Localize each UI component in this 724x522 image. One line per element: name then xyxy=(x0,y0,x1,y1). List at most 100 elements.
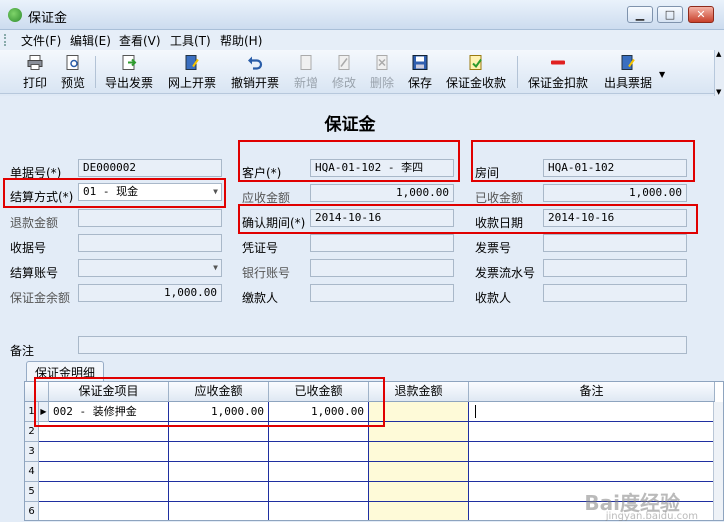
settle-account-label: 结算账号 xyxy=(10,266,59,280)
cell-receivable[interactable] xyxy=(169,482,269,502)
bank-account-field[interactable] xyxy=(310,259,454,277)
refund-amount-field[interactable] xyxy=(78,209,222,227)
deposit-deduct-button[interactable]: 保证金扣款 xyxy=(523,52,593,92)
edit-icon xyxy=(338,55,350,70)
delete-icon xyxy=(376,55,388,70)
toolbar-separator xyxy=(95,56,96,88)
cell-refund[interactable] xyxy=(369,482,469,502)
delete-button[interactable]: 删除 xyxy=(366,52,398,92)
row-number: 6 xyxy=(25,502,39,520)
menu-view[interactable]: 查看(V) xyxy=(119,32,161,49)
new-icon xyxy=(300,55,312,70)
bank-account-label: 银行账号 xyxy=(242,266,291,280)
toolbar-separator xyxy=(517,56,518,88)
deposit-balance-label: 保证金余额 xyxy=(10,291,71,305)
deduct-icon xyxy=(551,60,565,65)
highlight-box xyxy=(34,377,385,427)
cell-receivable[interactable] xyxy=(169,462,269,482)
scroll-down-icon[interactable]: ▼ xyxy=(716,88,721,96)
window-title: 保证金 xyxy=(28,11,68,26)
collector-field[interactable] xyxy=(543,284,687,302)
save-button[interactable]: 保存 xyxy=(404,52,436,92)
preview-button[interactable]: 预览 xyxy=(56,52,90,92)
scroll-up-icon[interactable]: ▲ xyxy=(716,50,721,58)
menu-edit[interactable]: 编辑(E) xyxy=(70,32,111,49)
title-bar: 保证金 ▁ □ ✕ xyxy=(0,0,724,30)
undo-icon xyxy=(248,56,263,70)
receivable-field[interactable]: 1,000.00 xyxy=(310,184,454,202)
menu-grip-icon xyxy=(4,34,7,46)
invoice-serial-field[interactable] xyxy=(543,259,687,277)
invoice-no-field[interactable] xyxy=(543,234,687,252)
receipt-icon xyxy=(621,55,635,70)
dropdown-arrow-icon[interactable]: ▼ xyxy=(659,70,665,79)
cell-remark[interactable] xyxy=(469,402,715,422)
online-invoice-button[interactable]: 网上开票 xyxy=(163,52,221,92)
payer-field[interactable] xyxy=(310,284,454,302)
receipt-no-field[interactable] xyxy=(78,234,222,252)
preview-icon xyxy=(66,55,79,70)
toolbar: 打印 预览 导出发票 网上开票 撤销开票 新增 修改 删除 保存 保证金收款 保… xyxy=(0,50,724,94)
cell-refund[interactable] xyxy=(369,442,469,462)
cell-remark[interactable] xyxy=(469,462,715,482)
deposit-balance-field[interactable]: 1,000.00 xyxy=(78,284,222,302)
cell-received[interactable] xyxy=(269,442,369,462)
menu-bar: 文件(F) 编辑(E) 查看(V) 工具(T) 帮助(H) xyxy=(0,30,724,50)
new-button[interactable]: 新增 xyxy=(290,52,322,92)
edit-button[interactable]: 修改 xyxy=(328,52,360,92)
refund-amount-label: 退款金额 xyxy=(10,216,59,230)
cell-item[interactable] xyxy=(39,482,169,502)
grid-scrollbar[interactable] xyxy=(713,402,723,520)
deposit-collect-button[interactable]: 保证金收款 xyxy=(441,52,511,92)
export-invoice-button[interactable]: 导出发票 xyxy=(100,52,158,92)
printer-icon xyxy=(27,55,43,70)
maximize-button[interactable]: □ xyxy=(657,6,683,23)
received-field[interactable]: 1,000.00 xyxy=(543,184,687,202)
minimize-button[interactable]: ▁ xyxy=(627,6,653,23)
invoice-edit-icon xyxy=(185,55,199,70)
export-icon xyxy=(122,55,137,70)
cell-item[interactable] xyxy=(39,502,169,520)
cancel-invoice-button[interactable]: 撤销开票 xyxy=(226,52,284,92)
column-header-remark[interactable]: 备注 xyxy=(469,382,715,402)
voucher-no-field[interactable] xyxy=(310,234,454,252)
app-icon xyxy=(8,8,22,22)
cell-refund[interactable] xyxy=(369,462,469,482)
row-number: 4 xyxy=(25,462,39,482)
issue-receipt-button[interactable]: 出具票据 xyxy=(599,52,657,92)
invoice-no-label: 发票号 xyxy=(475,241,512,255)
print-button[interactable]: 打印 xyxy=(18,52,52,92)
cell-received[interactable] xyxy=(269,462,369,482)
collect-icon xyxy=(469,55,482,70)
menu-file[interactable]: 文件(F) xyxy=(21,32,61,49)
voucher-no-label: 凭证号 xyxy=(242,241,279,255)
row-number: 5 xyxy=(25,482,39,502)
page-title: 保证金 xyxy=(324,115,376,135)
collector-label: 收款人 xyxy=(475,291,512,305)
cell-remark[interactable] xyxy=(469,422,715,442)
receipt-no-label: 收据号 xyxy=(10,241,47,255)
payer-label: 缴款人 xyxy=(242,291,279,305)
cell-receivable[interactable] xyxy=(169,502,269,520)
deposit-form: 保证金 单据号(*) DE000002 结算方式(*) 01 - 现金 ▼ 退款… xyxy=(0,96,724,522)
settle-account-select[interactable]: ▼ xyxy=(78,259,222,277)
cell-received[interactable] xyxy=(269,482,369,502)
cell-item[interactable] xyxy=(39,462,169,482)
remark-field[interactable] xyxy=(78,336,687,354)
toolbar-scrollbar[interactable]: ▲ ▼ xyxy=(714,50,724,96)
doc-no-field[interactable]: DE000002 xyxy=(78,159,222,177)
cell-refund[interactable] xyxy=(369,502,469,520)
cell-receivable[interactable] xyxy=(169,442,269,462)
cell-received[interactable] xyxy=(269,502,369,520)
menu-tools[interactable]: 工具(T) xyxy=(170,32,211,49)
menu-help[interactable]: 帮助(H) xyxy=(220,32,262,49)
highlight-box xyxy=(238,204,698,234)
remark-label: 备注 xyxy=(10,344,35,358)
cell-remark[interactable] xyxy=(469,442,715,462)
invoice-serial-label: 发票流水号 xyxy=(475,266,536,280)
highlight-box xyxy=(3,178,226,208)
chevron-down-icon[interactable]: ▼ xyxy=(213,260,218,276)
close-button[interactable]: ✕ xyxy=(688,6,714,23)
cell-item[interactable] xyxy=(39,442,169,462)
highlight-box xyxy=(238,140,460,182)
